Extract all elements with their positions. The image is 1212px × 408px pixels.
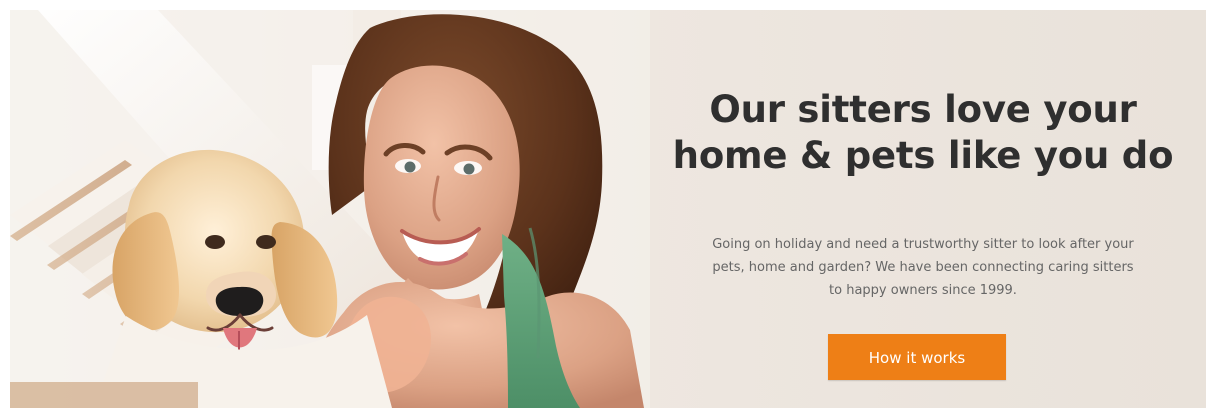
hero-headline: Our sitters love your home & pets like y…	[640, 87, 1206, 179]
hero-description: Going on holiday and need a trustworthy …	[640, 233, 1206, 302]
hero-banner: Our sitters love your home & pets like y…	[10, 10, 1206, 408]
hero-copy: Our sitters love your home & pets like y…	[640, 10, 1206, 408]
hero-photo	[10, 10, 650, 408]
headline-line-1: Our sitters love your	[709, 88, 1137, 131]
how-it-works-button[interactable]: How it works	[828, 334, 1006, 380]
hero-photo-illustration	[10, 10, 650, 408]
description-line-2: pets, home and garden? We have been conn…	[712, 260, 1134, 275]
description-line-3: to happy owners since 1999.	[829, 283, 1017, 298]
headline-line-2: home & pets like you do	[672, 134, 1174, 177]
description-line-1: Going on holiday and need a trustworthy …	[712, 237, 1134, 252]
